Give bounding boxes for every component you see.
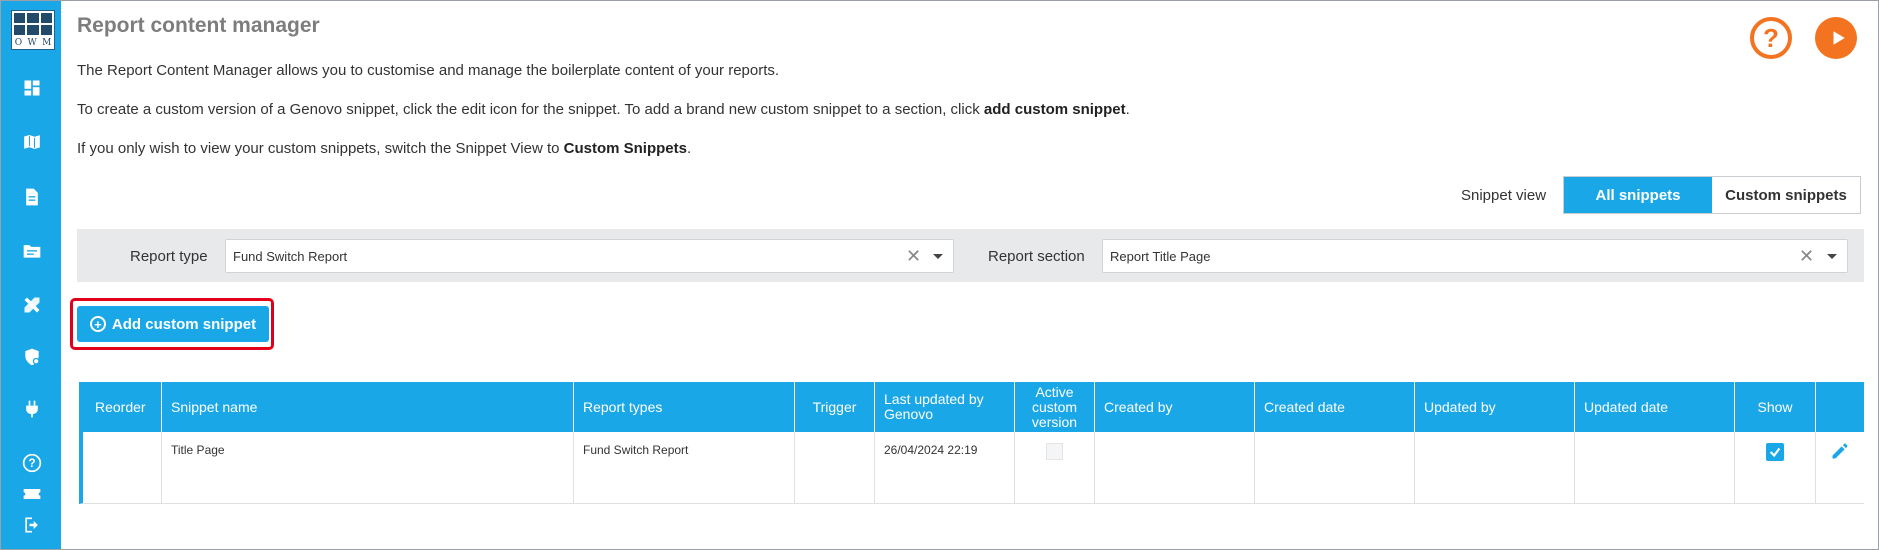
cell-trigger bbox=[795, 432, 875, 503]
cell-updated-date bbox=[1575, 432, 1735, 503]
folder-list-icon[interactable] bbox=[21, 240, 43, 262]
report-section-value: Report Title Page bbox=[1110, 249, 1211, 264]
main-content: Report content manager The Report Conten… bbox=[70, 0, 1867, 550]
clear-report-type-icon[interactable]: ✕ bbox=[906, 246, 921, 267]
column-header-active-custom-version[interactable]: Active custom version bbox=[1015, 382, 1095, 432]
table-row[interactable]: Title Page Fund Switch Report 26/04/2024… bbox=[79, 432, 1864, 504]
column-header-created-by[interactable]: Created by bbox=[1095, 382, 1255, 432]
filter-bar: Report type Fund Switch Report ✕ Report … bbox=[77, 229, 1864, 282]
cell-show bbox=[1735, 432, 1816, 503]
all-snippets-button[interactable]: All snippets bbox=[1564, 177, 1712, 213]
cell-active-custom-version bbox=[1015, 432, 1095, 503]
cell-snippet-name: Title Page bbox=[162, 432, 574, 503]
report-type-select[interactable]: Fund Switch Report ✕ bbox=[225, 239, 954, 273]
column-header-actions bbox=[1816, 382, 1864, 432]
app-logo[interactable]: O W M bbox=[11, 10, 55, 50]
question-mark-icon: ? bbox=[1763, 22, 1779, 53]
column-header-show[interactable]: Show bbox=[1735, 382, 1816, 432]
logo-letters: O W M bbox=[14, 38, 52, 48]
logo-grid bbox=[14, 13, 52, 35]
report-type-value: Fund Switch Report bbox=[233, 249, 348, 264]
cell-last-updated: 26/04/2024 22:19 bbox=[875, 432, 1015, 503]
cell-created-date bbox=[1255, 432, 1415, 503]
column-header-reorder[interactable]: Reorder bbox=[79, 382, 162, 432]
intro-line-3: If you only wish to view your custom sni… bbox=[77, 140, 692, 157]
intro-line-1: The Report Content Manager allows you to… bbox=[77, 62, 780, 79]
play-icon bbox=[1833, 31, 1845, 45]
sidebar: O W M ? bbox=[1, 1, 61, 549]
edit-pencil-icon[interactable] bbox=[1830, 441, 1850, 461]
cell-created-by bbox=[1095, 432, 1255, 503]
help-circle-icon[interactable]: ? bbox=[21, 452, 43, 474]
chevron-down-icon[interactable] bbox=[1827, 254, 1837, 259]
cell-actions bbox=[1816, 432, 1864, 503]
book-map-icon[interactable] bbox=[21, 131, 43, 153]
help-button[interactable]: ? bbox=[1750, 17, 1792, 59]
cell-reorder[interactable] bbox=[83, 432, 162, 503]
ticket-icon[interactable] bbox=[21, 483, 43, 505]
tools-icon[interactable] bbox=[21, 294, 43, 316]
logout-icon[interactable] bbox=[21, 514, 43, 536]
snippet-view-label: Snippet view bbox=[1461, 187, 1547, 204]
snippet-view-toggle: All snippets Custom snippets bbox=[1563, 176, 1861, 214]
column-header-created-date[interactable]: Created date bbox=[1255, 382, 1415, 432]
report-section-label: Report section bbox=[988, 248, 1085, 265]
snippets-table: Reorder Snippet name Report types Trigge… bbox=[79, 382, 1864, 504]
shield-settings-icon[interactable] bbox=[21, 346, 43, 368]
cell-updated-by bbox=[1415, 432, 1575, 503]
intro-line-2: To create a custom version of a Genovo s… bbox=[77, 101, 1130, 118]
chevron-down-icon[interactable] bbox=[933, 254, 943, 259]
table-header: Reorder Snippet name Report types Trigge… bbox=[79, 382, 1864, 432]
dashboard-icon[interactable] bbox=[21, 77, 43, 99]
report-section-select[interactable]: Report Title Page ✕ bbox=[1102, 239, 1848, 273]
add-custom-snippet-button[interactable]: + Add custom snippet bbox=[77, 306, 269, 342]
column-header-trigger[interactable]: Trigger bbox=[795, 382, 875, 432]
column-header-snippet-name[interactable]: Snippet name bbox=[162, 382, 574, 432]
add-custom-snippet-label: Add custom snippet bbox=[111, 315, 257, 333]
cell-report-types: Fund Switch Report bbox=[574, 432, 795, 503]
column-header-report-types[interactable]: Report types bbox=[574, 382, 795, 432]
column-header-updated-by[interactable]: Updated by bbox=[1415, 382, 1575, 432]
checkmark-icon bbox=[1769, 447, 1781, 458]
svg-text:?: ? bbox=[28, 457, 35, 470]
play-tour-button[interactable] bbox=[1815, 17, 1857, 59]
page-title: Report content manager bbox=[77, 14, 320, 37]
add-circle-icon: + bbox=[89, 316, 106, 332]
custom-snippets-button[interactable]: Custom snippets bbox=[1712, 177, 1860, 213]
report-type-label: Report type bbox=[130, 248, 208, 265]
active-custom-version-checkbox bbox=[1046, 443, 1063, 460]
show-checkbox[interactable] bbox=[1766, 443, 1784, 461]
column-header-updated-date[interactable]: Updated date bbox=[1575, 382, 1735, 432]
column-header-last-updated[interactable]: Last updated by Genovo bbox=[875, 382, 1015, 432]
document-icon[interactable] bbox=[21, 186, 43, 208]
plug-icon[interactable] bbox=[21, 398, 43, 420]
clear-report-section-icon[interactable]: ✕ bbox=[1799, 246, 1814, 267]
